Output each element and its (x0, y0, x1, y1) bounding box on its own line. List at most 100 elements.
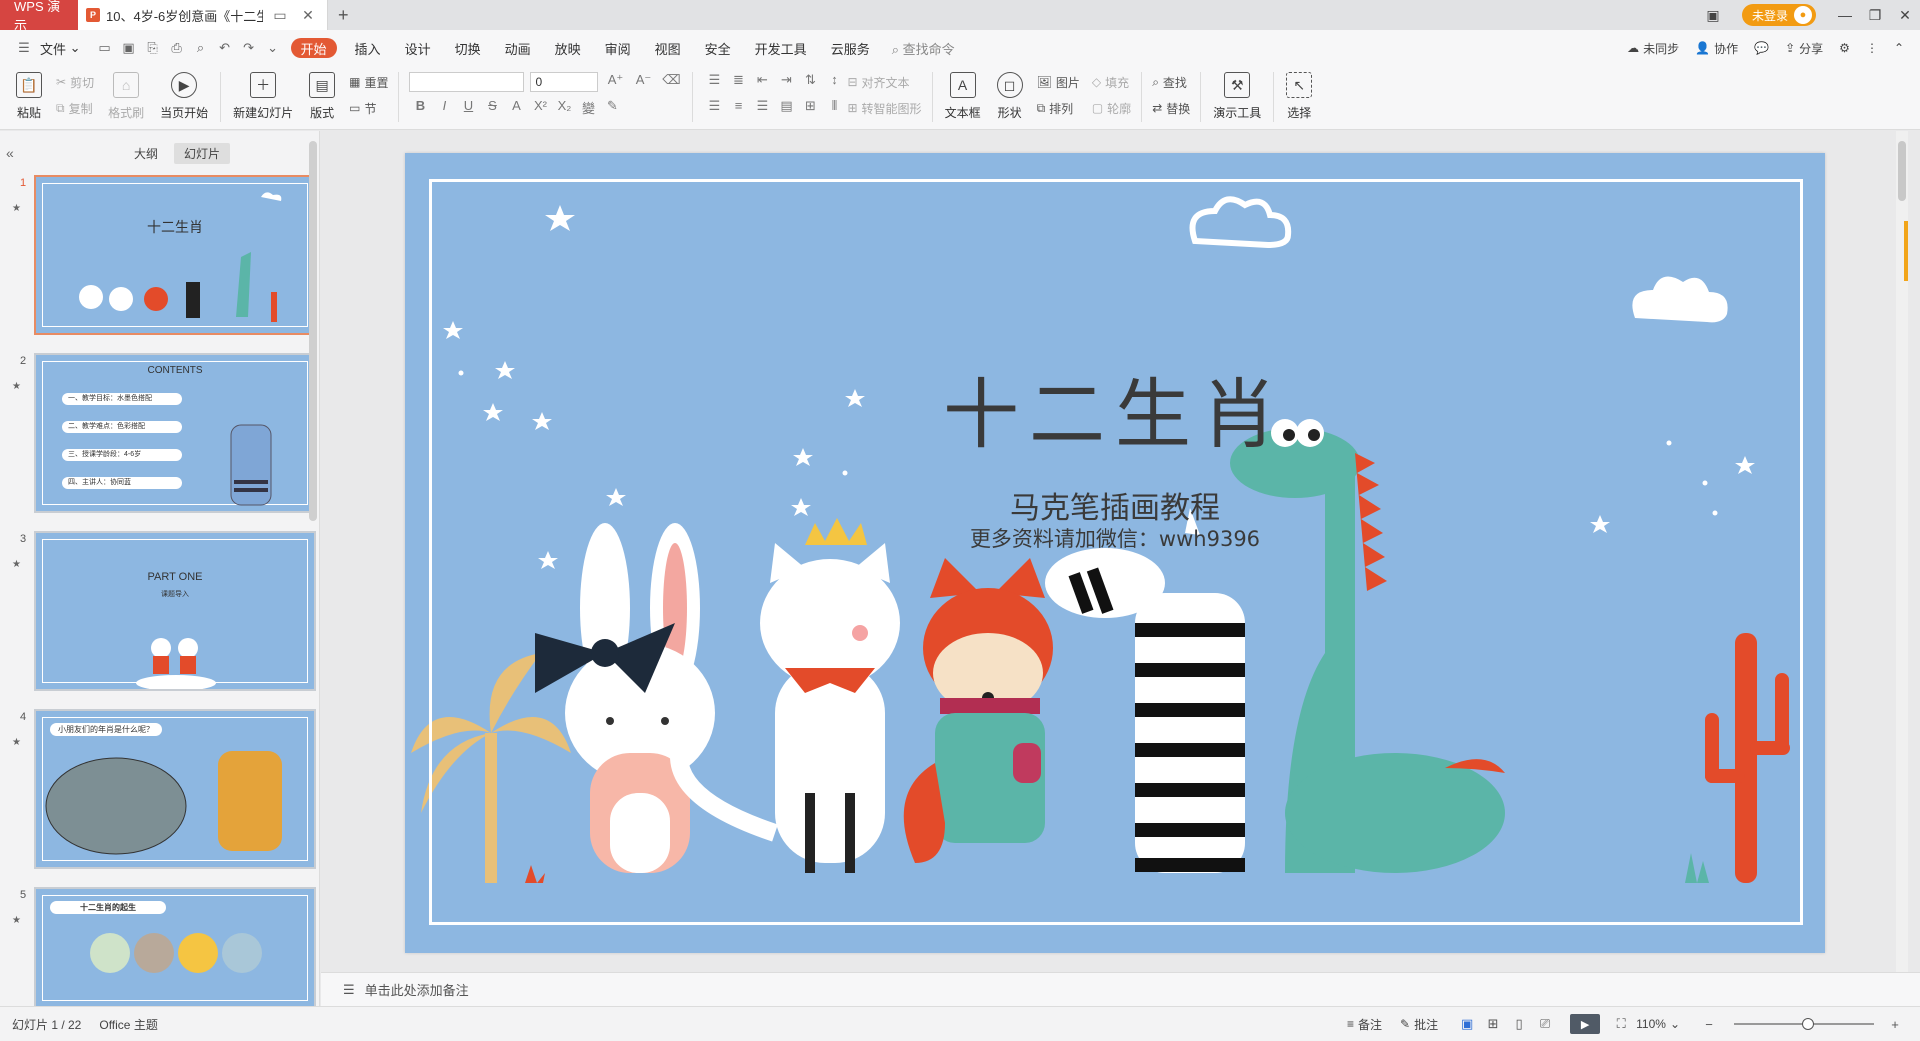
superscript-icon[interactable]: X² (529, 98, 551, 117)
font-size-select[interactable]: 0 (530, 72, 599, 92)
presenter-view-icon[interactable]: ⎚ (1534, 1014, 1556, 1034)
tab-slides[interactable]: 幻灯片 (174, 142, 231, 164)
slide-thumbnail[interactable]: 十二生肖 (34, 175, 316, 335)
restore-tab-icon[interactable]: ▭ (269, 4, 291, 26)
layout-button[interactable]: ▤ 版式 (301, 70, 343, 128)
notes-pane[interactable]: ☰ 单击此处添加备注 (321, 972, 1920, 1006)
settings-icon[interactable]: ⚙ (1839, 41, 1850, 55)
bold-icon[interactable]: B (409, 98, 431, 117)
outline-button[interactable]: ▢ 轮廓 (1092, 98, 1131, 118)
fill-button[interactable]: ◇ 填充 (1092, 72, 1131, 92)
restore-icon[interactable]: ❐ (1860, 0, 1890, 30)
slide-thumbnail[interactable]: CONTENTS 一、教学目标：水墨色搭配 二、教学难点：色彩搭配 三、授课学龄… (34, 353, 316, 513)
theme-name[interactable]: Office 主题 (99, 1016, 157, 1033)
underline-icon[interactable]: U (457, 98, 479, 117)
comment-icon[interactable]: 💬 (1754, 41, 1769, 55)
minimize-icon[interactable]: — (1830, 0, 1860, 30)
highlight-icon[interactable]: ✎ (601, 98, 623, 117)
fit-window-icon[interactable]: ⛶ (1610, 1014, 1632, 1034)
align-center-icon[interactable]: ≡ (727, 98, 749, 118)
tab-review[interactable]: 审阅 (593, 30, 643, 66)
bullets-icon[interactable]: ☰ (703, 72, 725, 92)
scrollbar-thumb[interactable] (1898, 141, 1906, 201)
paste-button[interactable]: 📋 粘贴 (8, 70, 50, 128)
normal-view-icon[interactable]: ▣ (1456, 1014, 1478, 1034)
numbering-icon[interactable]: ≣ (727, 72, 749, 92)
subscript-icon[interactable]: X₂ (553, 98, 575, 117)
collab-button[interactable]: 👤 协作 (1695, 40, 1738, 57)
quick-access-dropdown-icon[interactable]: ⌄ (261, 40, 285, 56)
columns-icon[interactable]: ⫴ (823, 98, 845, 118)
find-button[interactable]: ⌕ 查找 (1152, 72, 1190, 92)
slide-title[interactable]: 十二生肖 (405, 353, 1825, 463)
app-badge[interactable]: WPS 演示 (0, 0, 78, 33)
copy-button[interactable]: ⧉ 复制 (56, 98, 94, 118)
line-spacing-icon[interactable]: ↕ (823, 72, 845, 92)
more-icon[interactable]: ⋮ (1866, 41, 1878, 55)
open-folder-icon[interactable]: ▭ (93, 40, 117, 56)
grow-font-icon[interactable]: A⁺ (604, 72, 626, 92)
clear-format-icon[interactable]: ⌫ (660, 72, 682, 92)
slide-canvas[interactable]: 十二生肖 马克笔插画教程 更多资料请加微信：wwh9396 (405, 153, 1825, 953)
login-button[interactable]: 未登录 ● (1741, 4, 1816, 26)
command-search[interactable]: ⌕ 查找命令 (892, 39, 955, 58)
print-icon[interactable]: ⎙ (165, 40, 189, 56)
collapse-panel-icon[interactable]: « (6, 145, 26, 161)
tab-outline[interactable]: 大纲 (124, 143, 168, 164)
tab-home[interactable]: 开始 (290, 38, 337, 58)
file-menu[interactable]: 文件 ⌄ (36, 30, 93, 66)
zoom-level[interactable]: 110% ⌄ (1636, 1017, 1680, 1031)
shape-button[interactable]: ◻ 形状 (989, 70, 1031, 128)
slide-sorter-icon[interactable]: ⊞ (1482, 1014, 1504, 1034)
save-icon[interactable]: ▣ (117, 40, 141, 56)
arrange-button[interactable]: ⧉ 排列 (1037, 98, 1080, 118)
zoom-slider-knob[interactable] (1802, 1018, 1814, 1030)
align-right-icon[interactable]: ☰ (751, 98, 773, 118)
tab-view[interactable]: 视图 (643, 30, 693, 66)
zoom-out-icon[interactable]: − (1698, 1014, 1720, 1034)
zoom-in-icon[interactable]: + (1884, 1014, 1906, 1034)
cut-button[interactable]: ✂ 剪切 (56, 72, 94, 92)
increase-indent-icon[interactable]: ⇥ (775, 72, 797, 92)
comments-button[interactable]: ✎ 批注 (1400, 1016, 1438, 1033)
redo-icon[interactable]: ↷ (237, 40, 261, 56)
close-window-icon[interactable]: ✕ (1890, 0, 1920, 30)
close-tab-icon[interactable]: ✕ (297, 4, 319, 26)
align-text-button[interactable]: ⊟ 对齐文本 (847, 72, 909, 92)
tab-transitions[interactable]: 切换 (443, 30, 493, 66)
format-painter-button[interactable]: ⌂ 格式刷 (100, 70, 152, 128)
slide-subtitle[interactable]: 马克笔插画教程 (405, 483, 1825, 527)
section-button[interactable]: ▭ 节 (349, 98, 388, 118)
notes-toggle-button[interactable]: ≡ 备注 (1347, 1016, 1382, 1033)
char-spacing-icon[interactable]: 變 (577, 98, 599, 117)
new-slide-button[interactable]: ＋ 新建幻灯片 (225, 70, 301, 128)
replace-button[interactable]: ⇄ 替换 (1152, 98, 1190, 118)
shrink-font-icon[interactable]: A⁻ (632, 72, 654, 92)
decrease-indent-icon[interactable]: ⇤ (751, 72, 773, 92)
textbox-button[interactable]: A 文本框 (937, 70, 989, 128)
slideshow-play-button[interactable]: ▶ (1570, 1014, 1601, 1034)
reset-button[interactable]: ▦ 重置 (349, 72, 388, 92)
account-panel-icon[interactable]: ▣ (1698, 0, 1728, 30)
reading-view-icon[interactable]: ▯ (1508, 1014, 1530, 1034)
side-panel-handle[interactable] (1904, 221, 1908, 281)
text-direction-icon[interactable]: ⇅ (799, 72, 821, 92)
collapse-ribbon-icon[interactable]: ⌃ (1894, 41, 1904, 55)
tab-slideshow[interactable]: 放映 (543, 30, 593, 66)
undo-icon[interactable]: ↶ (213, 40, 237, 56)
slide-thumbnail[interactable]: 小朋友们的年肖是什么呢？ (34, 709, 316, 869)
slide-thumbnail[interactable]: PART ONE 课题导入 (34, 531, 316, 691)
play-from-current-button[interactable]: ▶ 当页开始 (152, 70, 216, 128)
picture-button[interactable]: 🖼 图片 (1037, 72, 1080, 92)
zoom-slider[interactable] (1734, 1018, 1874, 1030)
tab-animations[interactable]: 动画 (493, 30, 543, 66)
slide-subtitle-contact[interactable]: 更多资料请加微信：wwh9396 (405, 523, 1825, 553)
font-color-icon[interactable]: A (505, 98, 527, 117)
export-icon[interactable]: ⎘ (141, 40, 165, 56)
align-left-icon[interactable]: ☰ (703, 98, 725, 118)
distribute-icon[interactable]: ⊞ (799, 98, 821, 118)
strikethrough-icon[interactable]: S (481, 98, 503, 117)
tab-developer[interactable]: 开发工具 (743, 30, 819, 66)
italic-icon[interactable]: I (433, 98, 455, 117)
smart-shape-button[interactable]: ⊞ 转智能图形 (847, 98, 921, 118)
